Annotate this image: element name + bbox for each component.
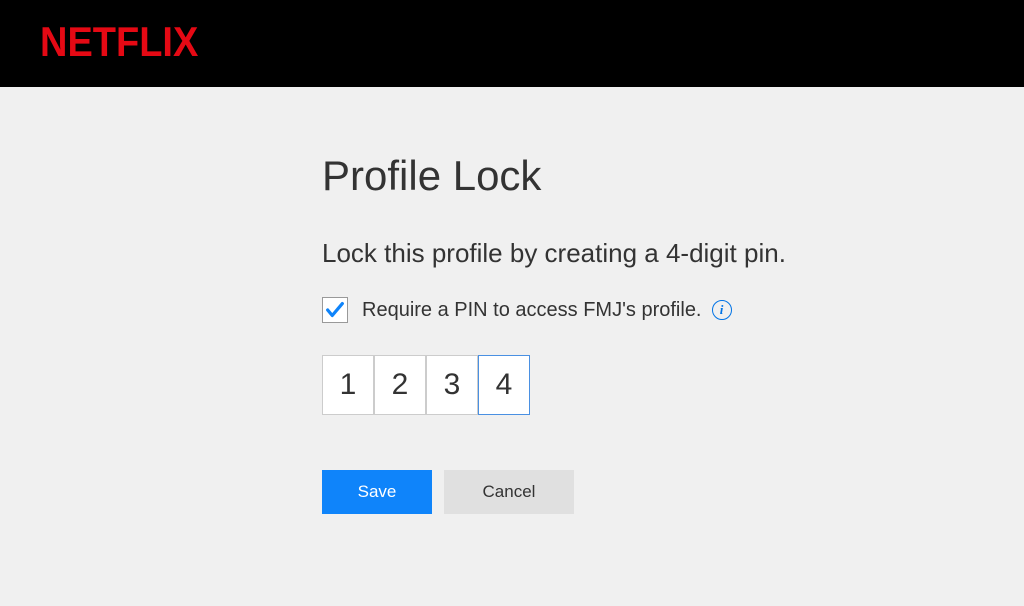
page-title: Profile Lock: [322, 152, 964, 200]
require-pin-label: Require a PIN to access FMJ's profile.: [362, 299, 702, 322]
pin-digit-3[interactable]: [426, 355, 478, 415]
checkmark-icon: [324, 299, 346, 321]
button-row: Save Cancel: [322, 470, 964, 514]
header: NETFLIX: [0, 0, 1024, 87]
save-button[interactable]: Save: [322, 470, 432, 514]
main-content: Profile Lock Lock this profile by creati…: [0, 87, 1024, 514]
cancel-button[interactable]: Cancel: [444, 470, 574, 514]
pin-digit-2[interactable]: [374, 355, 426, 415]
require-pin-checkbox[interactable]: [322, 297, 348, 323]
require-pin-row: Require a PIN to access FMJ's profile. i: [322, 297, 964, 323]
info-icon[interactable]: i: [712, 300, 732, 320]
page-subtitle: Lock this profile by creating a 4-digit …: [322, 238, 964, 269]
pin-digit-4[interactable]: [478, 355, 530, 415]
netflix-logo[interactable]: NETFLIX: [40, 20, 198, 67]
pin-input-row: [322, 355, 964, 415]
pin-digit-1[interactable]: [322, 355, 374, 415]
